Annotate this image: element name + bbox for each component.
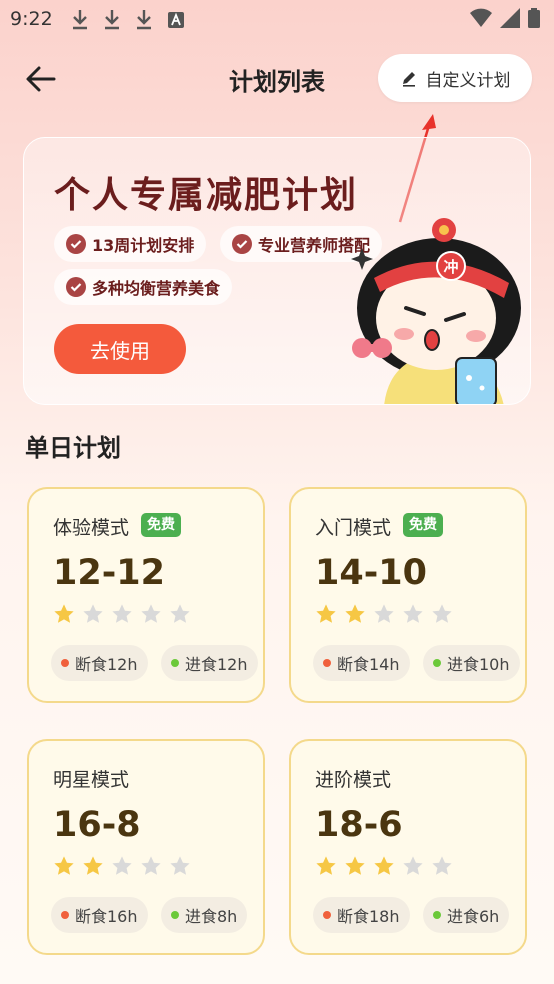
star-empty-icon [170, 856, 190, 875]
plan-ratio: 18-6 [315, 805, 403, 845]
plan-name: 体验模式 [53, 517, 130, 539]
star-empty-icon [432, 604, 452, 623]
star-filled-icon [316, 856, 336, 875]
plan-card[interactable]: 明星模式 16-8 断食16h 进食8h [27, 739, 265, 955]
status-time: 9:22 [10, 8, 53, 30]
plan-name: 入门模式 [315, 517, 392, 539]
star-filled-icon [345, 604, 365, 623]
eat-tag: 进食12h [161, 645, 258, 681]
eat-label: 进食12h [185, 655, 248, 674]
mascot-text: 冲 [443, 258, 458, 276]
eat-tag: 进食8h [161, 897, 248, 933]
plan-card[interactable]: 体验模式 免费 12-12 断食12h 进食12h [27, 487, 265, 703]
star-empty-icon [170, 604, 190, 623]
free-badge: 免费 [141, 513, 181, 537]
plan-name: 明星模式 [53, 769, 130, 791]
eat-label: 进食6h [447, 907, 500, 926]
rating-stars [315, 855, 453, 877]
feature-label: 多种均衡营养美食 [92, 279, 221, 298]
plan-ratio: 14-10 [315, 553, 427, 593]
star-filled-icon [54, 604, 74, 623]
fast-label: 断食18h [337, 907, 400, 926]
star-empty-icon [112, 604, 132, 623]
fast-dot [61, 911, 69, 919]
status-bar: 9:22 [0, 0, 554, 38]
custom-plan-button[interactable]: 自定义计划 [378, 54, 532, 102]
fast-dot [61, 659, 69, 667]
feature-pill: 多种均衡营养美食 [54, 269, 233, 305]
star-filled-icon [54, 856, 74, 875]
fast-label: 断食14h [337, 655, 400, 674]
fast-tag: 断食18h [313, 897, 410, 933]
star-empty-icon [141, 856, 161, 875]
fast-dot [323, 659, 331, 667]
eat-dot [171, 911, 179, 919]
eat-dot [433, 911, 441, 919]
fast-tag: 断食12h [51, 645, 148, 681]
check-circle-icon [232, 234, 252, 254]
star-empty-icon [432, 856, 452, 875]
notification-icons [70, 8, 186, 30]
promo-banner: 个人专属减肥计划 13周计划安排 专业营养师搭配 多种均衡营养美食 去使用 冲 [23, 137, 531, 405]
rating-stars [53, 603, 191, 625]
section-title: 单日计划 [25, 434, 121, 462]
fast-label: 断食12h [75, 655, 138, 674]
plan-ratio: 16-8 [53, 805, 141, 845]
use-button[interactable]: 去使用 [54, 324, 186, 374]
star-empty-icon [141, 604, 161, 623]
feature-label: 13周计划安排 [92, 236, 195, 255]
eat-dot [433, 659, 441, 667]
download-icon [137, 10, 151, 30]
rating-stars [315, 603, 453, 625]
star-empty-icon [374, 604, 394, 623]
fast-label: 断食16h [75, 907, 138, 926]
header: 计划列表 自定义计划 [0, 50, 554, 108]
plan-ratio: 12-12 [53, 553, 165, 593]
system-icons [470, 8, 540, 28]
wifi-icon [470, 8, 492, 27]
battery-icon [528, 8, 540, 28]
eat-tag: 进食6h [423, 897, 510, 933]
font-app-icon [168, 12, 184, 28]
star-empty-icon [403, 856, 423, 875]
download-icon [73, 10, 87, 30]
check-circle-icon [66, 234, 86, 254]
fast-dot [323, 911, 331, 919]
star-filled-icon [83, 856, 103, 875]
eat-tag: 进食10h [423, 645, 520, 681]
plan-card[interactable]: 进阶模式 18-6 断食18h 进食6h [289, 739, 527, 955]
mascot-illustration: 冲 [351, 218, 521, 404]
feature-pill: 13周计划安排 [54, 226, 207, 262]
custom-plan-label: 自定义计划 [425, 70, 511, 91]
fast-tag: 断食16h [51, 897, 148, 933]
star-filled-icon [316, 604, 336, 623]
star-empty-icon [83, 604, 103, 623]
star-filled-icon [345, 856, 365, 875]
free-badge: 免费 [403, 513, 443, 537]
download-icon [105, 10, 119, 30]
eat-dot [171, 659, 179, 667]
eat-label: 进食8h [185, 907, 238, 926]
pencil-icon [402, 72, 415, 87]
plan-card[interactable]: 入门模式 免费 14-10 断食14h 进食10h [289, 487, 527, 703]
fast-tag: 断食14h [313, 645, 410, 681]
star-filled-icon [374, 856, 394, 875]
rating-stars [53, 855, 191, 877]
check-circle-icon [66, 277, 86, 297]
eat-label: 进食10h [447, 655, 510, 674]
signal-icon [500, 8, 520, 28]
star-empty-icon [112, 856, 132, 875]
plan-name: 进阶模式 [315, 769, 392, 791]
star-empty-icon [403, 604, 423, 623]
banner-title: 个人专属减肥计划 [54, 175, 359, 216]
